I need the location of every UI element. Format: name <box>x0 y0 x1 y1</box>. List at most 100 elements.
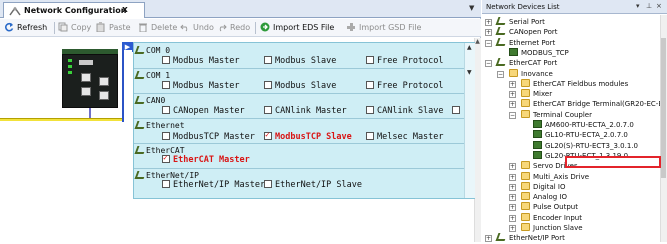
port-icon <box>495 37 508 46</box>
expand-icon[interactable]: + <box>509 173 516 181</box>
refresh-button[interactable]: Refresh <box>4 22 47 35</box>
protocol-option-melsec-master[interactable]: Melsec Master <box>366 132 444 142</box>
protocol-option-ethernet-ip-slave[interactable]: EtherNet/IP Slave <box>264 180 362 190</box>
can-port-icon <box>99 91 109 100</box>
folder-icon <box>521 181 530 190</box>
expand-icon[interactable]: + <box>509 225 516 232</box>
import-eds-button[interactable]: Import EDS File <box>260 22 334 35</box>
device-icon <box>533 150 542 159</box>
undo-button[interactable]: Undo <box>180 22 214 35</box>
checkbox[interactable] <box>366 56 374 64</box>
redo-button[interactable]: Redo <box>217 22 250 35</box>
protocol-option-ethernet-ip-master[interactable]: EtherNet/IP Master <box>162 180 265 190</box>
protocol-option-free-protocol[interactable]: Free Protocol <box>366 56 444 66</box>
port-title: EtherCAT <box>134 146 185 155</box>
folder-icon <box>521 78 530 87</box>
port-icon <box>134 171 147 179</box>
checkbox[interactable] <box>264 180 272 188</box>
checkbox[interactable] <box>264 81 272 89</box>
scroll-up-icon[interactable]: ▲ <box>467 44 472 51</box>
expand-icon[interactable]: + <box>509 183 516 191</box>
close-icon[interactable]: × <box>656 2 662 10</box>
refresh-icon <box>4 22 14 32</box>
protocol-option-modbus-slave[interactable]: Modbus Slave <box>264 56 336 66</box>
ethernet-port-icon <box>81 73 91 82</box>
network-config-icon <box>9 6 21 18</box>
highlight-box <box>565 156 661 168</box>
plc-label-plate <box>79 60 93 65</box>
protocol-option-modbus-master[interactable]: Modbus Master <box>162 56 240 66</box>
expand-icon[interactable]: + <box>485 19 492 26</box>
scroll-down-icon[interactable]: ▼ <box>467 69 472 76</box>
checkbox[interactable] <box>162 180 170 188</box>
checkbox[interactable] <box>162 81 170 89</box>
checkbox[interactable] <box>162 153 170 163</box>
expand-icon[interactable]: + <box>485 235 492 243</box>
checkbox[interactable] <box>264 106 272 114</box>
expand-icon[interactable]: + <box>485 29 492 37</box>
tree-scroll-thumb[interactable] <box>661 38 666 178</box>
tab-close-icon[interactable]: x <box>122 5 128 15</box>
port-icon <box>134 96 147 104</box>
protocol-selection-panel: COM 0 Modbus Master Modbus Slave Free Proto… <box>133 42 475 199</box>
plc-device-image[interactable] <box>62 54 118 108</box>
folder-icon <box>521 202 530 211</box>
checkbox[interactable] <box>264 130 272 140</box>
toolbar: Refresh Copy Paste Delete Undo Redo Impo… <box>0 19 481 37</box>
import-gsd-button[interactable]: Import GSD File <box>346 22 421 35</box>
expand-icon[interactable]: + <box>509 214 516 222</box>
port-row-divider <box>134 93 474 94</box>
port-icon <box>495 233 508 242</box>
checkbox[interactable] <box>264 56 272 64</box>
port-row-divider <box>134 168 474 169</box>
expand-icon[interactable]: + <box>509 91 516 99</box>
expand-icon[interactable]: + <box>509 204 516 212</box>
collapse-icon[interactable]: − <box>497 70 504 78</box>
import-gsd-icon <box>346 22 356 32</box>
expand-icon[interactable]: + <box>509 194 516 202</box>
toolbar-separator <box>255 22 256 34</box>
checkbox[interactable] <box>452 106 460 114</box>
copy-button[interactable]: Copy <box>58 22 91 35</box>
tab-dropdown-icon[interactable]: ▼ <box>469 4 474 12</box>
paste-button[interactable]: Paste <box>96 22 131 35</box>
ethercat-bus-line[interactable] <box>0 118 124 121</box>
tab-network-configuration[interactable]: Network Configuration x <box>3 2 145 18</box>
checkbox[interactable] <box>162 56 170 64</box>
checkbox[interactable] <box>366 106 374 114</box>
protocol-option-modbus-master[interactable]: Modbus Master <box>162 81 240 91</box>
delete-button[interactable]: Delete <box>138 22 177 35</box>
device-icon <box>533 120 542 128</box>
protocol-option-modbustcp-master[interactable]: ModbusTCP Master <box>162 132 255 142</box>
checkbox[interactable] <box>162 132 170 140</box>
protocol-option-modbus-slave[interactable]: Modbus Slave <box>264 81 336 91</box>
checkbox[interactable] <box>162 106 170 114</box>
device-icon <box>533 140 542 149</box>
tree-node[interactable]: + EtherNet/IP Port <box>485 233 565 244</box>
protocol-option-canlink-slave[interactable]: CANlink Slave <box>366 106 444 116</box>
protocol-option-canopen-master[interactable]: CANopen Master <box>162 106 245 116</box>
scroll-up-icon[interactable]: ▲ <box>474 38 481 45</box>
collapse-icon[interactable]: − <box>509 111 516 119</box>
expand-icon[interactable]: + <box>509 101 516 109</box>
popup-scrollbar[interactable]: ▲ ▼ <box>464 43 475 198</box>
expand-icon[interactable]: + <box>509 163 516 171</box>
checkbox[interactable] <box>366 132 374 140</box>
checkbox[interactable] <box>366 81 374 89</box>
port-selector-bracket <box>122 50 132 122</box>
collapse-icon[interactable]: − <box>485 60 492 68</box>
status-led <box>68 65 72 68</box>
folder-icon <box>521 223 530 231</box>
protocol-option-free-protocol[interactable]: Free Protocol <box>366 81 444 91</box>
collapse-icon[interactable]: − <box>485 39 492 47</box>
undo-icon <box>180 22 190 32</box>
panel-menu-icon[interactable]: ▾ <box>636 2 640 10</box>
pin-icon[interactable]: ⊥ <box>646 2 652 10</box>
protocol-option-ethercat-master[interactable]: EtherCAT Master <box>162 153 250 165</box>
status-led <box>68 59 72 62</box>
protocol-option-canlink-master[interactable]: CANlink Master <box>264 106 347 116</box>
protocol-option-modbustcp-slave[interactable]: ModbusTCP Slave <box>264 130 352 142</box>
folder-icon <box>521 171 530 180</box>
canvas-vertical-scrollbar[interactable] <box>474 38 481 242</box>
expand-icon[interactable]: + <box>509 80 516 88</box>
